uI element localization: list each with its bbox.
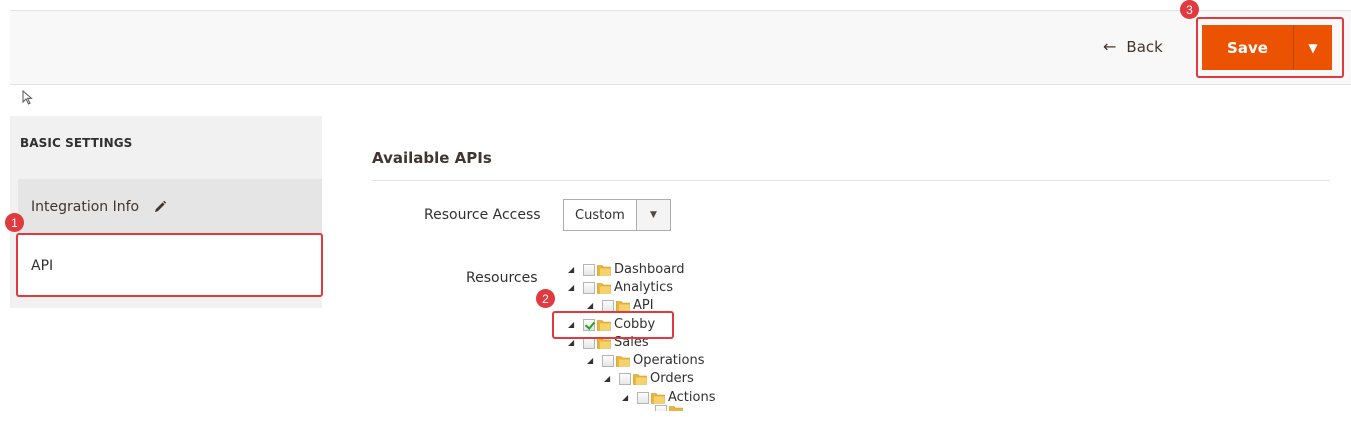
- tree-checkbox: [655, 405, 667, 411]
- tree-node-orders: ◢ Orders: [604, 370, 694, 387]
- folder-icon: [597, 264, 611, 276]
- tree-node-label[interactable]: Dashboard: [614, 262, 685, 277]
- tree-checkbox-checked[interactable]: [583, 318, 595, 331]
- tree-node-label[interactable]: Sales: [614, 335, 649, 350]
- tree-node-cobby: ◢ Cobby: [568, 316, 655, 333]
- tree-expand-icon[interactable]: ◢: [568, 283, 577, 292]
- tree-expand-icon[interactable]: ◢: [587, 356, 596, 365]
- tree-node-actions: ◢ Actions: [622, 389, 716, 406]
- tree-checkbox[interactable]: [602, 299, 614, 312]
- folder-icon: [597, 282, 611, 294]
- annotation-badge-1: 1: [5, 213, 24, 232]
- tree-checkbox[interactable]: [637, 391, 649, 404]
- tree-node-sales: ◢ Sales: [568, 334, 649, 351]
- pencil-icon: [153, 200, 167, 214]
- tree-checkbox[interactable]: [619, 372, 631, 385]
- tree-checkbox[interactable]: [583, 336, 595, 349]
- tree-node-label[interactable]: Analytics: [614, 280, 673, 295]
- back-button[interactable]: ← Back: [1103, 38, 1163, 56]
- save-button-group: Save ▼: [1202, 25, 1332, 70]
- resource-access-select[interactable]: Custom ▼: [563, 199, 671, 231]
- chevron-down-icon: ▼: [636, 200, 670, 230]
- folder-icon: [633, 373, 647, 385]
- arrow-left-icon: ←: [1103, 37, 1117, 56]
- folder-icon: [669, 405, 683, 411]
- tree-node-api: ◢ API: [587, 297, 654, 314]
- sidebar-title: BASIC SETTINGS: [20, 136, 133, 150]
- resource-access-label: Resource Access: [424, 207, 541, 223]
- sidebar-item-integration-info[interactable]: Integration Info: [18, 179, 322, 235]
- tree-expand-icon[interactable]: ◢: [622, 393, 631, 402]
- mouse-cursor-icon: [22, 90, 33, 105]
- tree-expand-icon[interactable]: ◢: [568, 265, 577, 274]
- folder-icon: [597, 337, 611, 349]
- section-title: Available APIs: [372, 149, 492, 167]
- sidebar-item-label: Integration Info: [31, 199, 140, 215]
- section-divider: [372, 180, 1330, 181]
- back-label: Back: [1126, 38, 1163, 56]
- tree-node-analytics: ◢ Analytics: [568, 279, 673, 296]
- tree-node-operations: ◢ Operations: [587, 352, 704, 369]
- folder-icon: [616, 355, 630, 367]
- tree-expand-icon[interactable]: ◢: [587, 301, 596, 310]
- resource-access-value: Custom: [575, 207, 625, 223]
- sidebar-item-api[interactable]: API: [18, 235, 322, 297]
- annotation-badge-2: 2: [536, 289, 555, 308]
- tree-node-partial: [655, 405, 686, 411]
- tree-node-label[interactable]: Operations: [633, 353, 704, 368]
- tree-expand-icon[interactable]: ◢: [568, 338, 577, 347]
- caret-down-icon: ▼: [1308, 40, 1318, 55]
- annotation-badge-3: 3: [1180, 0, 1199, 19]
- save-options-toggle[interactable]: ▼: [1294, 25, 1332, 70]
- tree-expand-icon[interactable]: ◢: [568, 320, 577, 329]
- folder-icon: [597, 319, 611, 331]
- tree-node-label[interactable]: Cobby: [614, 317, 655, 332]
- resources-label: Resources: [466, 270, 538, 286]
- tree-node-dashboard: ◢ Dashboard: [568, 261, 685, 278]
- tree-checkbox[interactable]: [602, 354, 614, 367]
- folder-icon: [616, 300, 630, 312]
- folder-icon: [651, 392, 665, 404]
- tree-node-label[interactable]: Actions: [668, 390, 716, 405]
- sidebar: BASIC SETTINGS Integration Info API: [10, 116, 322, 308]
- tree-checkbox[interactable]: [583, 263, 595, 276]
- tree-node-label[interactable]: Orders: [650, 371, 694, 386]
- tree-node-label[interactable]: API: [633, 298, 654, 313]
- tree-checkbox[interactable]: [583, 281, 595, 294]
- save-button[interactable]: Save: [1202, 25, 1294, 70]
- tree-expand-icon[interactable]: ◢: [604, 374, 613, 383]
- sidebar-item-label: API: [31, 258, 54, 274]
